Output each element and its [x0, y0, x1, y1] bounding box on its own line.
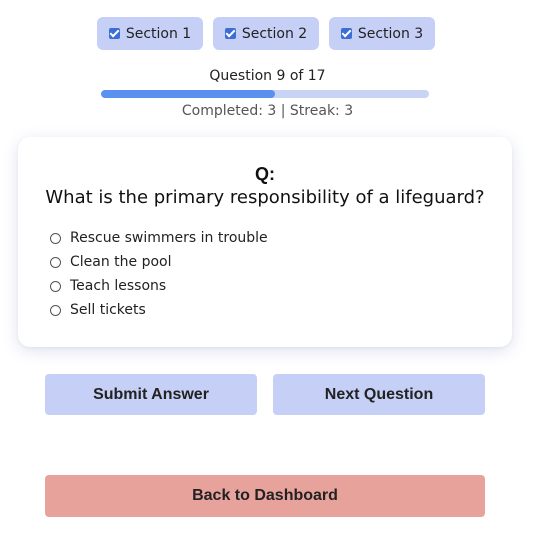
question-card: Q: What is the primary responsibility of…	[18, 137, 512, 347]
answer-option-label: Sell tickets	[70, 302, 146, 318]
section-3-label: Section 3	[357, 25, 424, 42]
answer-options: Rescue swimmers in trouble Clean the poo…	[50, 226, 268, 322]
submit-answer-button[interactable]: Submit Answer	[45, 374, 257, 415]
section-2-label: Section 2	[241, 25, 308, 42]
section-filter-bar: Section 1 Section 2 Section 3	[97, 17, 435, 50]
section-3-toggle[interactable]: Section 3	[329, 17, 435, 50]
checkbox-checked-icon[interactable]	[340, 28, 352, 39]
answer-option[interactable]: Clean the pool	[50, 250, 268, 274]
question-text: What is the primary responsibility of a …	[45, 187, 485, 208]
question-prefix: Q:	[255, 164, 275, 184]
answer-option-label: Clean the pool	[70, 254, 172, 270]
answer-option-label: Rescue swimmers in trouble	[70, 230, 268, 246]
answer-option[interactable]: Sell tickets	[50, 298, 268, 322]
completion-stats: Completed: 3 | Streak: 3	[181, 103, 354, 119]
radio-unselected-icon[interactable]	[50, 304, 61, 316]
answer-option[interactable]: Teach lessons	[50, 274, 268, 298]
section-2-toggle[interactable]: Section 2	[213, 17, 319, 50]
answer-option-label: Teach lessons	[70, 278, 167, 294]
checkbox-checked-icon[interactable]	[224, 28, 236, 39]
radio-unselected-icon[interactable]	[50, 280, 61, 292]
section-1-label: Section 1	[125, 25, 192, 42]
section-1-toggle[interactable]: Section 1	[97, 17, 203, 50]
progress-bar	[101, 90, 429, 98]
progress-bar-fill	[101, 90, 275, 98]
next-question-button[interactable]: Next Question	[273, 374, 485, 415]
question-progress-label: Question 9 of 17	[209, 68, 326, 84]
radio-unselected-icon[interactable]	[50, 256, 61, 268]
radio-unselected-icon[interactable]	[50, 232, 61, 244]
checkbox-checked-icon[interactable]	[108, 28, 120, 39]
back-to-dashboard-button[interactable]: Back to Dashboard	[45, 475, 485, 517]
answer-option[interactable]: Rescue swimmers in trouble	[50, 226, 268, 250]
